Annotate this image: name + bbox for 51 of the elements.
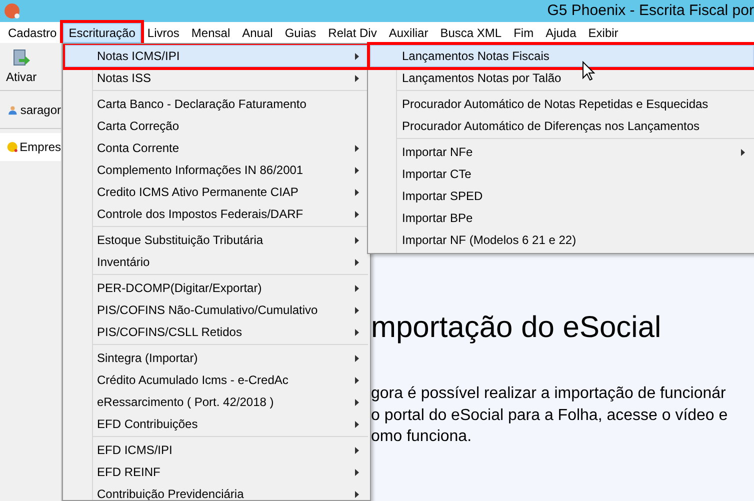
menu-item[interactable]: EFD Contribuições <box>65 413 368 435</box>
menu-item[interactable]: Lançamentos Notas por Talão <box>370 67 754 89</box>
menu-item[interactable]: Controle dos Impostos Federais/DARF <box>65 203 368 225</box>
menu-item[interactable]: Anual <box>236 22 279 42</box>
menu-item[interactable]: Lançamentos Notas Fiscais <box>370 45 754 67</box>
menu-item[interactable]: Importar NFe <box>370 141 754 163</box>
user-name: saragor <box>20 102 61 118</box>
menu-item[interactable]: Crédito Acumulado Icms - e-CredAc <box>65 369 368 391</box>
menu-item[interactable]: Sintegra (Importar) <box>65 347 368 369</box>
app-logo-icon <box>4 3 20 19</box>
menu-item[interactable]: PIS/COFINS Não-Cumulativo/Cumulativo <box>65 299 368 321</box>
paragraph-line: omo funciona. <box>371 427 473 447</box>
menu-item[interactable]: Credito ICMS Ativo Permanente CIAP <box>65 181 368 203</box>
menu-item[interactable]: EFD ICMS/IPI <box>65 439 368 461</box>
menu-item[interactable]: Importar SPED <box>370 185 754 207</box>
window-title: G5 Phoenix - Escrita Fiscal por <box>547 0 754 21</box>
menu-item[interactable]: Conta Corrente <box>65 137 368 159</box>
menu-item[interactable]: Mensal <box>185 22 236 42</box>
menu-item[interactable]: Fim <box>508 22 540 42</box>
menu-item[interactable]: Estoque Substituição Tributária <box>65 229 368 251</box>
menu-item[interactable]: Procurador Automático de Diferenças nos Lançamentos <box>370 115 754 137</box>
menu-item[interactable]: Relat Div <box>322 22 383 42</box>
menu-item[interactable]: Procurador Automático de Notas Repetidas e Esquecidas <box>370 93 754 115</box>
menu-item[interactable]: Auxiliar <box>382 22 434 42</box>
menu-item[interactable]: Carta Correção <box>65 115 368 137</box>
menu-item[interactable]: Importar NF (Modelos 6 21 e 22) <box>370 229 754 251</box>
menu-item[interactable]: Notas ICMS/IPI <box>65 45 368 67</box>
paragraph-line: o portal do eSocial para a Folha, acesse o vídeo e <box>371 406 729 426</box>
menu-item[interactable]: eRessarcimento ( Port. 42/2018 ) <box>65 391 368 413</box>
document-arrow-icon <box>11 48 32 68</box>
article-heading: mportação do eSocial <box>371 310 662 346</box>
menu-item[interactable]: Escrituração <box>62 22 142 42</box>
company-tab[interactable]: Empres <box>0 133 61 161</box>
menu-item[interactable]: Carta Banco - Declaração Faturamento <box>65 93 368 115</box>
menu-item[interactable]: Busca XML <box>434 22 508 42</box>
menu-item[interactable]: Importar CTe <box>370 163 754 185</box>
menu-item[interactable]: Exibir <box>582 22 624 42</box>
menu-item[interactable]: Complemento Informações IN 86/2001 <box>65 159 368 181</box>
menu-item[interactable]: Guias <box>278 22 322 42</box>
menu-item[interactable]: Notas ISS <box>65 67 368 89</box>
menu-item[interactable]: Importar BPe <box>370 207 754 229</box>
menu-item[interactable]: PER-DCOMP(Digitar/Exportar) <box>65 277 368 299</box>
mouse-cursor-icon <box>582 61 595 81</box>
paragraph-line: gora é possível realizar a importação de funcionár <box>371 384 727 404</box>
menu-item[interactable]: Inventário <box>65 251 368 273</box>
menu-item[interactable]: Livros <box>141 22 186 42</box>
menu-item[interactable]: Cadastro <box>2 22 63 42</box>
menu-item[interactable]: PIS/COFINS/CSLL Retidos <box>65 321 368 343</box>
menu-item[interactable]: EFD REINF <box>65 461 368 483</box>
activate-button[interactable]: Ativar <box>4 48 39 86</box>
menu-item[interactable]: Ajuda <box>540 22 582 42</box>
